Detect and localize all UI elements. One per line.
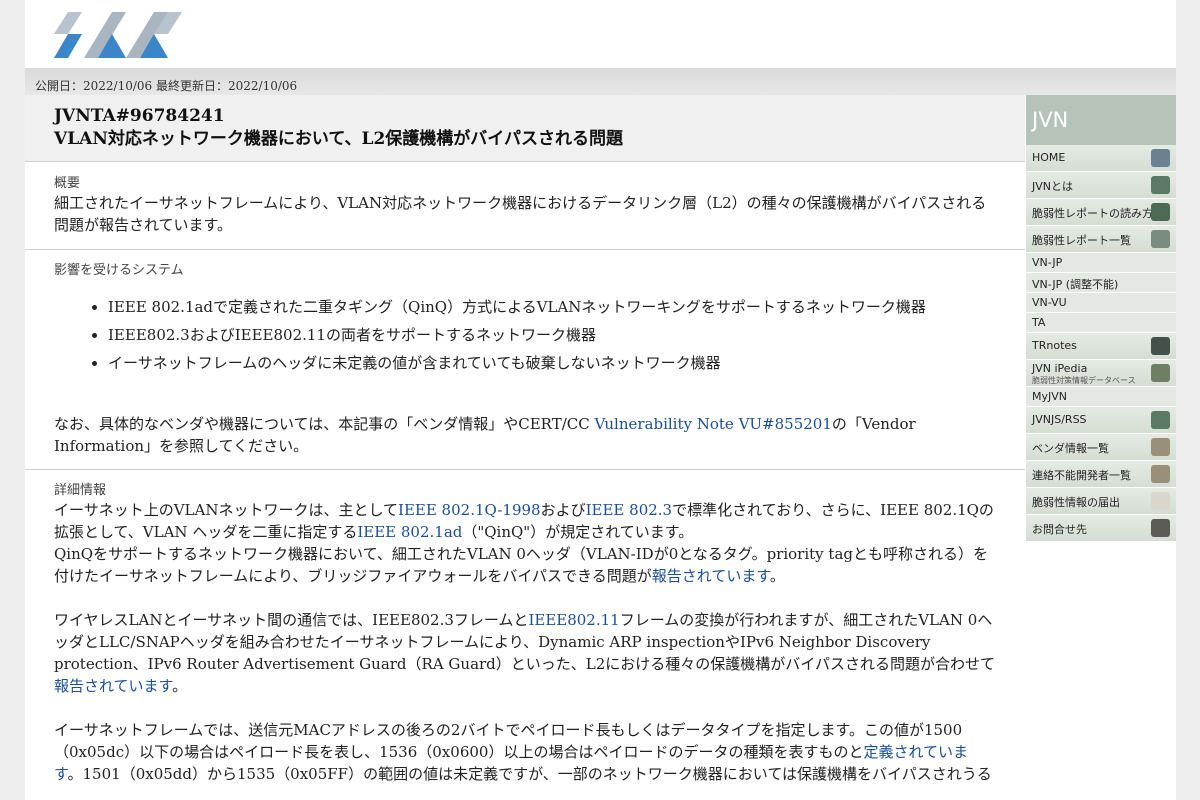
details-paragraph-2: ワイヤレスLANとイーサネット間の通信では、IEEE802.3フレームとIEEE…: [54, 611, 995, 695]
eye-icon: [1151, 203, 1170, 221]
sidebar-item[interactable]: VN-JP: [1026, 253, 1176, 273]
sidebar-item-label: ベンダ情報一覧: [1032, 442, 1109, 455]
sidebar-item[interactable]: JVN iPedia 脆弱性対策情報データベース: [1026, 360, 1176, 387]
sidebar-item[interactable]: MyJVN: [1026, 387, 1176, 407]
sidebar-item-label: お問合せ先: [1032, 523, 1087, 536]
sidebar-item[interactable]: ベンダ情報一覧: [1026, 434, 1176, 461]
sidebar-item-label: TA: [1032, 316, 1046, 329]
sidebar-item-label: 脆弱性レポートの読み方: [1032, 207, 1153, 220]
ieee-80211-link[interactable]: IEEE802.11: [528, 611, 619, 629]
date-bar: 公開日：2022/10/06 最終更新日：2022/10/06: [25, 68, 1176, 95]
sidebar-item[interactable]: 脆弱性レポート一覧: [1026, 226, 1176, 253]
person-icon: [1151, 519, 1170, 537]
details-label: 詳細情報: [54, 483, 107, 498]
list-item: IEEE802.3およびIEEE802.11の両者をサポートするネットワーク機器: [108, 321, 995, 349]
title-box: JVNTA#96784241 VLAN対応ネットワーク機器において、L2保護機構…: [25, 95, 1025, 162]
affected-section: 影響を受けるシステム IEEE 802.1adで定義された二重タギング（QinQ…: [25, 250, 1025, 470]
sidebar-item-label: TRnotes: [1032, 339, 1077, 352]
sidebar-item-sublabel: 脆弱性対策情報データベース: [1032, 376, 1136, 385]
ieee-8021q-link[interactable]: IEEE 802.1Q-1998: [398, 501, 541, 519]
jvn-logo[interactable]: [54, 12, 184, 58]
sidebar-item[interactable]: 脆弱性情報の届出: [1026, 488, 1176, 515]
sidebar-item-label: JVNとは: [1032, 180, 1073, 193]
ieee-8021ad-link[interactable]: IEEE 802.1ad: [357, 523, 462, 541]
overview-label: 概要: [54, 176, 81, 191]
main-content: JVNTA#96784241 VLAN対応ネットワーク機器において、L2保護機構…: [25, 95, 1025, 800]
sidebar-item[interactable]: TA: [1026, 313, 1176, 333]
pen-icon: [1151, 337, 1170, 355]
sidebar-item[interactable]: VN-JP (調整不能): [1026, 273, 1176, 293]
affected-label: 影響を受けるシステム: [54, 263, 184, 278]
sidebar-item[interactable]: HOME: [1026, 145, 1176, 172]
hands-icon: [1151, 465, 1170, 483]
list-item: IEEE 802.1adで定義された二重タギング（QinQ）方式によるVLANネ…: [108, 293, 995, 321]
sidebar-item-label: JVN iPedia: [1032, 362, 1088, 375]
sidebar-item-label: JVNJS/RSS: [1032, 413, 1087, 426]
sidebar-item-label: VN-JP: [1032, 256, 1063, 269]
stairs-icon: [1151, 230, 1170, 248]
vulnerability-id: JVNTA#96784241: [54, 106, 225, 126]
vendor-note-text: なお、具体的なベンダや機器については、本記事の「ベンダ情報」やCERT/CC: [54, 415, 595, 433]
page: 公開日：2022/10/06 最終更新日：2022/10/06 JVNTA#96…: [25, 0, 1176, 800]
sidebar-item-label: HOME: [1032, 151, 1066, 164]
envelope-icon: [1151, 492, 1170, 510]
globe-icon: [1151, 176, 1170, 194]
vu855201-link[interactable]: Vulnerability Note VU#855201: [595, 415, 832, 433]
sidebar-item-label: VN-VU: [1032, 296, 1067, 309]
overview-text: 細工されたイーサネットフレームにより、VLAN対応ネットワーク機器におけるデータ…: [54, 194, 987, 234]
sidebar-menu: HOME JVNとは脆弱性レポートの読み方 脆弱性レポート一覧 VN-JP VN-JP …: [1026, 145, 1176, 542]
sidebar-item[interactable]: VN-VU: [1026, 293, 1176, 313]
sidebar-item-label: 連絡不能開発者一覧: [1032, 469, 1131, 482]
published-date: 公開日：2022/10/06: [35, 79, 153, 93]
page-title: VLAN対応ネットワーク機器において、L2保護機構がバイパスされる問題: [54, 129, 623, 149]
sidebar-heading: JVN: [1026, 95, 1176, 145]
sidebar-item[interactable]: JVNとは: [1026, 172, 1176, 199]
ieee-8023-link[interactable]: IEEE 802.3: [586, 501, 672, 519]
report-link[interactable]: 報告されています: [54, 677, 172, 695]
details-paragraph-3: イーサネットフレームでは、送信元MACアドレスの後ろの2バイトでペイロード長もし…: [54, 721, 992, 783]
sidebar: JVN HOME JVNとは脆弱性レポートの読み方 脆弱性レポート一覧 VN-JP VN…: [1026, 95, 1176, 542]
site-header: [25, 0, 1176, 68]
sidebar-item[interactable]: 連絡不能開発者一覧: [1026, 461, 1176, 488]
details-section: 詳細情報 イーサネット上のVLANネットワークは、主としてIEEE 802.1Q…: [25, 470, 1025, 795]
sidebar-item-label: 脆弱性情報の届出: [1032, 496, 1120, 509]
sidebar-item-label: 脆弱性レポート一覧: [1032, 234, 1131, 247]
sidebar-item[interactable]: お問合せ先: [1026, 515, 1176, 542]
vendor-note: なお、具体的なベンダや機器については、本記事の「ベンダ情報」やCERT/CC V…: [54, 413, 995, 457]
details-paragraph-1: イーサネット上のVLANネットワークは、主としてIEEE 802.1Q-1998…: [54, 501, 994, 585]
building-icon: [1151, 149, 1170, 167]
sidebar-item[interactable]: 脆弱性レポートの読み方: [1026, 199, 1176, 226]
sidebar-item-label: MyJVN: [1032, 390, 1067, 403]
sidebar-item[interactable]: JVNJS/RSS: [1026, 407, 1176, 434]
overview-section: 概要 細工されたイーサネットフレームにより、VLAN対応ネットワーク機器における…: [25, 162, 1025, 250]
sidebar-item[interactable]: TRnotes: [1026, 333, 1176, 360]
texture-icon: [1151, 364, 1170, 382]
list-item: イーサネットフレームのヘッダに未定義の値が含まれていても破棄しないネットワーク機…: [108, 349, 995, 377]
report-link[interactable]: 報告されています: [652, 567, 770, 585]
globe-icon: [1151, 411, 1170, 429]
updated-date: 最終更新日：2022/10/06: [156, 79, 298, 93]
affected-list: IEEE 802.1adで定義された二重タギング（QinQ）方式によるVLANネ…: [54, 293, 995, 377]
sidebar-item-label: VN-JP (調整不能): [1032, 278, 1119, 291]
hands-icon: [1151, 438, 1170, 456]
